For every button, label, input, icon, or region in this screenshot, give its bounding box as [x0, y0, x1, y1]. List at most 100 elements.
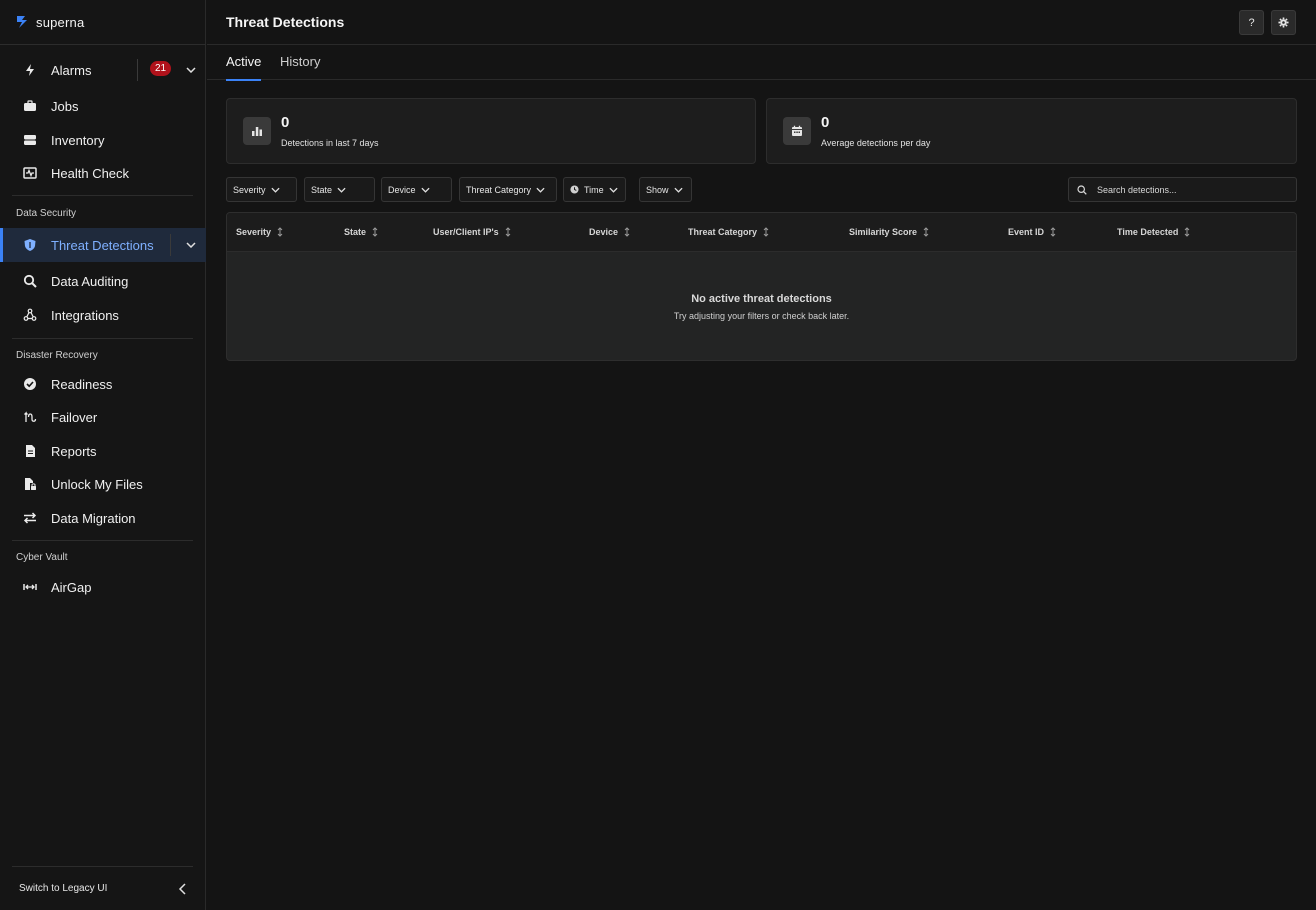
chevron-down-icon[interactable] — [184, 63, 198, 77]
webhook-icon — [22, 307, 38, 323]
sidebar-item-label: Jobs — [51, 98, 79, 114]
sidebar-item-label: Health Check — [51, 165, 130, 181]
section-label-data-security: Data Security — [16, 208, 77, 219]
column-header-time-detected[interactable]: Time Detected — [1117, 227, 1190, 237]
sort-icon — [277, 227, 283, 237]
sidebar-item-failover[interactable]: Failover — [0, 400, 206, 434]
sidebar-item-label: Data Migration — [51, 510, 136, 526]
sort-icon — [372, 227, 378, 237]
sidebar-item-reports[interactable]: Reports — [0, 434, 206, 468]
chevron-down-icon — [337, 187, 346, 193]
sort-icon — [1050, 227, 1056, 237]
filter-label: Severity — [233, 184, 266, 195]
sidebar-divider — [12, 540, 193, 541]
sidebar-item-threat-detections[interactable]: Threat Detections — [0, 228, 206, 262]
sort-icon — [624, 227, 630, 237]
section-label-cyber-vault: Cyber Vault — [16, 552, 68, 563]
sidebar-item-data-migration[interactable]: Data Migration — [0, 501, 206, 535]
detections-table: Severity State User/Client IP's Device T… — [226, 212, 1297, 361]
clock-icon — [570, 185, 579, 194]
column-header-user-client-ips[interactable]: User/Client IP's — [433, 227, 511, 237]
chevron-down-icon — [673, 187, 683, 193]
column-header-threat-category[interactable]: Threat Category — [688, 227, 769, 237]
filter-show[interactable]: Show — [639, 177, 692, 202]
filter-time[interactable]: Time — [563, 177, 626, 202]
sort-icon — [505, 227, 511, 237]
column-header-event-id[interactable]: Event ID — [1008, 227, 1056, 237]
sidebar-item-label: Integrations — [51, 307, 119, 323]
sidebar-divider — [12, 195, 193, 196]
briefcase-icon — [22, 98, 38, 114]
stat-caption: Detections in last 7 days — [281, 138, 379, 148]
top-bar: Threat Detections ? — [207, 0, 1316, 45]
sidebar-item-inventory[interactable]: Inventory — [0, 123, 206, 157]
tab-active[interactable]: Active — [226, 54, 262, 81]
alarm-count-badge: 21 — [150, 61, 172, 76]
column-header-state[interactable]: State — [344, 227, 378, 237]
chevron-down-icon — [420, 187, 430, 193]
sort-icon — [923, 227, 929, 237]
stat-value: 0 — [281, 114, 290, 131]
sidebar-item-data-auditing[interactable]: Data Auditing — [0, 264, 206, 298]
column-label: Event ID — [1008, 227, 1045, 237]
sidebar-item-unlock-my-files[interactable]: Unlock My Files — [0, 467, 206, 501]
column-label: Similarity Score — [849, 227, 918, 237]
filter-state[interactable]: State — [304, 177, 375, 202]
switch-legacy-ui-button[interactable]: Switch to Legacy UI — [0, 875, 206, 903]
empty-state-title: No active threat detections — [691, 293, 832, 305]
section-label-disaster-recovery: Disaster Recovery — [16, 350, 98, 361]
superna-logo[interactable]: superna — [14, 13, 84, 31]
chevron-down-icon — [536, 187, 545, 193]
chevron-down-icon — [270, 187, 280, 193]
sidebar-item-label: Data Auditing — [51, 273, 129, 289]
tab-bar: Active History — [207, 46, 1316, 81]
sidebar: superna Alarms 21 Jobs Inventory Health … — [0, 0, 206, 910]
help-button[interactable]: ? — [1239, 10, 1264, 35]
sidebar-item-label: Readiness — [51, 376, 113, 392]
magnify-icon — [22, 273, 38, 289]
sidebar-item-readiness[interactable]: Readiness — [0, 367, 206, 401]
filter-label: Device — [388, 184, 416, 195]
airgap-icon — [22, 579, 38, 595]
document-icon — [22, 443, 38, 459]
gear-icon — [1278, 17, 1289, 28]
file-lock-icon — [22, 476, 38, 492]
table-header: Severity State User/Client IP's Device T… — [227, 213, 1296, 252]
heartbeat-icon — [22, 165, 38, 181]
failover-icon — [22, 409, 38, 425]
filter-label: State — [311, 184, 333, 195]
filter-device[interactable]: Device — [381, 177, 452, 202]
sort-icon — [1185, 227, 1190, 237]
collapse-sidebar-icon[interactable] — [176, 882, 190, 896]
tab-history[interactable]: History — [280, 54, 320, 80]
column-label: User/Client IP's — [433, 227, 499, 237]
filter-label: Show — [646, 184, 669, 195]
search-icon — [1077, 185, 1087, 195]
sidebar-item-label: AirGap — [51, 579, 92, 595]
sidebar-item-label: Inventory — [51, 132, 105, 148]
stat-caption: Average detections per day — [821, 138, 931, 148]
sidebar-item-integrations[interactable]: Integrations — [0, 298, 206, 332]
empty-state-subtitle: Try adjusting your filters or check back… — [673, 311, 850, 321]
sidebar-item-jobs[interactable]: Jobs — [0, 89, 206, 123]
filter-threat-category[interactable]: Threat Category — [459, 177, 557, 202]
sidebar-item-airgap[interactable]: AirGap — [0, 570, 206, 604]
sidebar-item-label: Alarms — [51, 62, 92, 78]
page-title: Threat Detections — [226, 14, 345, 30]
filter-severity[interactable]: Severity — [226, 177, 297, 202]
column-header-similarity-score[interactable]: Similarity Score — [849, 227, 929, 237]
sidebar-item-alarms[interactable]: Alarms 21 — [0, 53, 206, 87]
settings-button[interactable] — [1271, 10, 1296, 35]
chevron-down-icon[interactable] — [184, 238, 198, 252]
column-label: Severity — [236, 227, 272, 237]
column-header-severity[interactable]: Severity — [236, 227, 283, 237]
sidebar-item-health-check[interactable]: Health Check — [0, 156, 206, 190]
search-input[interactable] — [1097, 182, 1287, 198]
column-header-device[interactable]: Device — [589, 227, 630, 237]
bar-chart-icon — [243, 117, 271, 145]
lightning-icon — [22, 62, 38, 78]
sidebar-divider — [12, 338, 193, 339]
stat-value: 0 — [821, 114, 830, 131]
filter-label: Time — [584, 184, 604, 195]
sidebar-item-label: Unlock My Files — [51, 476, 143, 492]
